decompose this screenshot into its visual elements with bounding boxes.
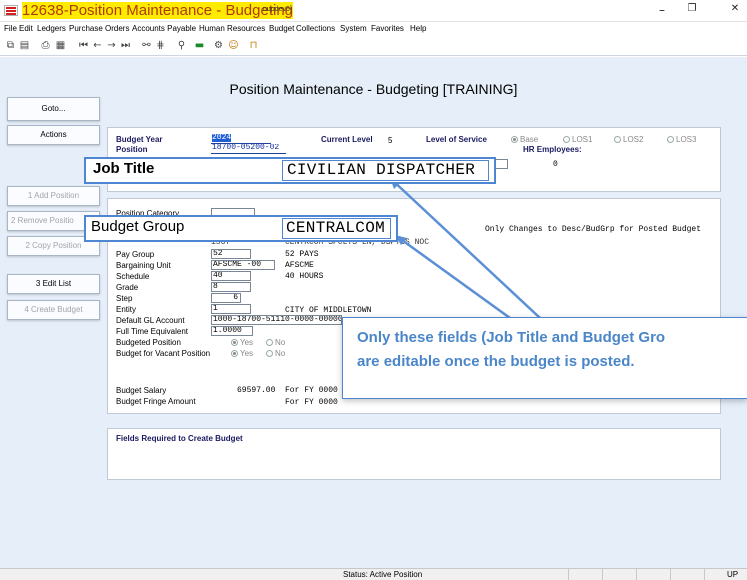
status-divider: [568, 569, 569, 580]
arrow-to-budget-group: [394, 233, 511, 320]
status-mode: UP: [727, 570, 739, 579]
status-text: Status: Active Position: [343, 570, 423, 579]
status-divider: [670, 569, 671, 580]
annotation-arrows: [389, 177, 541, 320]
status-divider: [636, 569, 637, 580]
status-divider: [602, 569, 603, 580]
budget-group-field[interactable]: CENTRALCOM: [282, 218, 391, 239]
job-title-field[interactable]: CIVILIAN DISPATCHER: [282, 160, 489, 181]
budget-group-label: Budget Group: [91, 218, 185, 235]
editable-fields-callout: Only these fields (Job Title and Budget …: [342, 317, 747, 399]
status-divider: [704, 569, 705, 580]
callout-line-1: Only these fields (Job Title and Budget …: [357, 329, 666, 346]
job-title-label: Job Title: [93, 160, 155, 177]
callout-line-2: are editable once the budget is posted.: [357, 353, 635, 370]
